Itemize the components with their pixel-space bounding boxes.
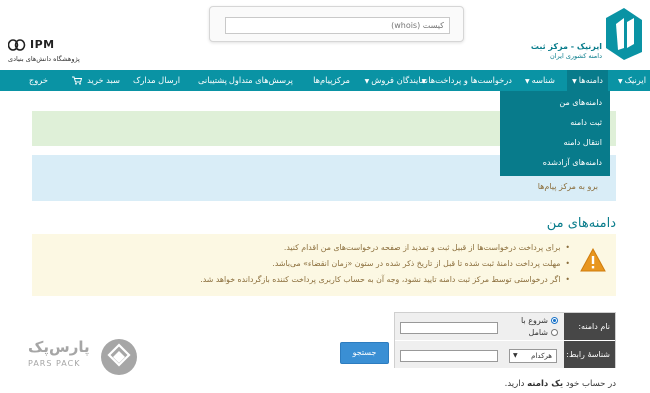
radio-unchecked-icon <box>551 329 558 336</box>
search-button[interactable]: جستجو <box>340 342 389 364</box>
brand-subtitle: دامنه کشوری ایران <box>549 52 602 60</box>
contact-role-select[interactable]: هرکدام ▼ <box>509 349 557 363</box>
menu-item-transfer-domain[interactable]: انتقال دامنه <box>564 133 602 153</box>
nav-item-label: دامنه‌ها <box>578 75 603 85</box>
shopping-cart-icon <box>71 76 82 85</box>
ipm-logo-text: IPM <box>30 38 55 51</box>
domain-count-text: در حساب خود یک دامنه دارید. <box>505 379 616 389</box>
whois-search-input[interactable] <box>225 17 450 34</box>
nav-item-label: ایرنیک <box>624 75 646 85</box>
brand-title: ایرنیک - مرکز ثبت <box>530 42 602 51</box>
contact-id-input[interactable] <box>400 350 498 362</box>
domain-name-input[interactable] <box>400 322 498 334</box>
nav-item-label: پشتیبانی <box>198 75 227 85</box>
radio-starts-with[interactable]: شروع با <box>521 316 558 325</box>
menu-item-register-domain[interactable]: ثبت دامنه <box>570 113 602 133</box>
radio-contains[interactable]: شامل <box>529 328 558 337</box>
menu-item-my-domains[interactable]: دامنه‌های من <box>559 93 602 113</box>
nav-item-label: درخواست‌ها و پرداخت‌ها <box>428 75 512 85</box>
warning-item: مهلت پرداخت دامنهٔ ثبت شده تا قبل از تار… <box>50 256 570 272</box>
warning-item: اگر درخواستی توسط مرکز ثبت دامنه تایید ن… <box>50 272 570 288</box>
message-center-link[interactable]: برو به مرکز پیام‌ها <box>538 182 598 191</box>
parspack-watermark: پارس‌پک PARS PACK <box>24 336 140 380</box>
nav-item-label: نمایندگان فروش <box>371 75 428 85</box>
nav-item-logout[interactable]: خروج <box>29 70 48 91</box>
nav-item-resellers[interactable]: نمایندگان فروش▼ <box>365 70 428 91</box>
warning-item: برای پرداخت درخواست‌ها از قبیل ثبت و تمد… <box>50 240 570 256</box>
nav-item-label: سبد خرید <box>87 75 120 85</box>
nav-item-label: شناسه <box>531 75 555 85</box>
warning-icon <box>580 248 606 272</box>
warning-list: برای پرداخت درخواست‌ها از قبیل ثبت و تمد… <box>50 240 570 288</box>
chevron-down-icon: ▼ <box>617 78 623 85</box>
site-header: ایرنیک - مرکز ثبت دامنه کشوری ایران IPM … <box>0 0 650 70</box>
page-title: دامنه‌های من <box>546 216 616 231</box>
nav-item-send-documents[interactable]: ارسال مدارک <box>133 70 180 91</box>
menu-item-released-domains[interactable]: دامنه‌های آزادشده <box>543 153 602 173</box>
nav-item-support[interactable]: پشتیبانی <box>198 70 227 91</box>
watermark-text-en: PARS PACK <box>28 359 81 368</box>
ipm-subtitle: پژوهشگاه دانش‌های بنیادی <box>8 55 80 63</box>
chevron-down-icon: ▼ <box>572 78 577 85</box>
nav-item-domains[interactable]: دامنه‌ها▼ <box>567 70 608 91</box>
radio-label: شامل <box>528 328 548 337</box>
contact-id-label: شناسهٔ رابط: <box>563 341 615 368</box>
irnic-logo-icon <box>606 8 642 60</box>
nav-item-message-center[interactable]: مرکزپیام‌ها <box>313 70 350 91</box>
chevron-down-icon: ▼ <box>513 352 518 359</box>
nav-item-label: ارسال مدارک <box>133 75 180 85</box>
domain-count-value: یک دامنه <box>527 379 564 389</box>
warning-alert: برای پرداخت درخواست‌ها از قبیل ثبت و تمد… <box>32 234 616 296</box>
radio-label: شروع با <box>521 316 548 325</box>
domains-dropdown-menu: دامنه‌های من ثبت دامنه انتقال دامنه دامن… <box>500 91 610 176</box>
irnic-brand[interactable]: ایرنیک - مرکز ثبت دامنه کشوری ایران <box>522 8 642 64</box>
nav-item-contact-id[interactable]: شناسه▼ <box>525 70 555 91</box>
nav-item-cart[interactable]: سبد خرید <box>71 70 120 91</box>
radio-checked-icon <box>551 317 558 324</box>
nav-item-label: خروج <box>28 75 48 85</box>
domain-filter-form: نام دامنه: شروع با شامل شناسهٔ رابط: هرک… <box>394 312 616 368</box>
nav-item-requests-payments[interactable]: درخواست‌ها و پرداخت‌ها▼ <box>422 70 512 91</box>
nav-item-label: مرکزپیام‌ها <box>313 75 350 85</box>
domain-count-suffix: دارید. <box>504 379 525 389</box>
nav-item-label: پرسش‌های متداول <box>228 75 293 85</box>
domain-name-cell: شروع با شامل <box>395 313 564 340</box>
main-navbar: ایرنیک▼ دامنه‌ها▼ شناسه▼ درخواست‌ها و پر… <box>0 70 650 91</box>
select-value: هرکدام <box>531 352 552 360</box>
ipm-brand[interactable]: IPM پژوهشگاه دانش‌های بنیادی <box>8 38 104 64</box>
contact-id-cell: هرکدام ▼ <box>395 341 564 368</box>
chevron-down-icon: ▼ <box>364 78 370 85</box>
nav-item-irnic[interactable]: ایرنیک▼ <box>618 70 646 91</box>
watermark-text-fa: پارس‌پک <box>28 338 90 356</box>
parspack-logo-icon <box>101 339 137 375</box>
nav-item-faq[interactable]: پرسش‌های متداول <box>229 70 293 91</box>
domain-name-label: نام دامنه: <box>563 313 615 340</box>
whois-search-box <box>209 6 464 42</box>
domain-count-prefix: در حساب خود <box>565 379 616 389</box>
chevron-down-icon: ▼ <box>524 78 530 85</box>
